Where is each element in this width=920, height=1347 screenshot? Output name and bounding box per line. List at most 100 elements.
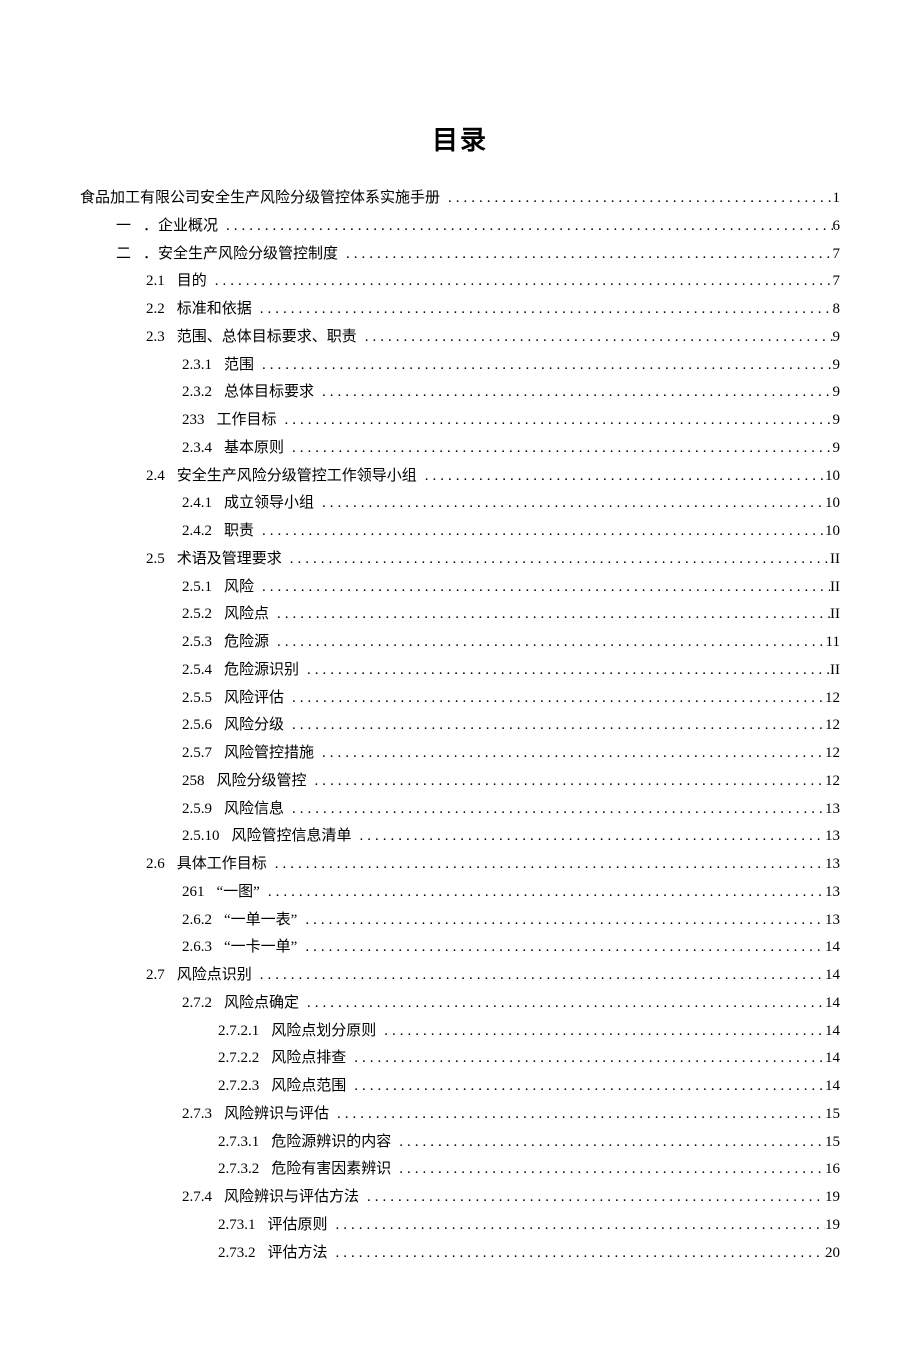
- toc-entry-label: “一图”: [217, 879, 260, 907]
- toc-leader-dots: ........................................…: [357, 324, 833, 352]
- toc-leader-dots: ........................................…: [307, 768, 825, 796]
- toc-entry-page: 9: [833, 435, 841, 463]
- toc-entry-page: 16: [825, 1156, 840, 1184]
- toc-entry-label: 危险源识别: [224, 657, 299, 685]
- toc-entry-page: 9: [833, 379, 841, 407]
- toc-entry-label: 风险管控措施: [224, 740, 314, 768]
- toc-entry: 食品加工有限公司安全生产风险分级管控体系实施手册................…: [80, 185, 840, 213]
- toc-entry: 2.7.3风险辨识与评估............................…: [80, 1101, 840, 1129]
- toc-entry-page: 12: [825, 685, 840, 713]
- toc-entry-number: 2.7.3: [182, 1101, 212, 1129]
- toc-leader-dots: ........................................…: [314, 379, 832, 407]
- toc-entry-label: 风险评估: [224, 685, 284, 713]
- toc-entry-number: 2.2: [146, 296, 165, 324]
- toc-entry-page: 11: [826, 629, 840, 657]
- toc-entry-number: 2.4.1: [182, 490, 212, 518]
- toc-entry: 2.6具体工作目标...............................…: [80, 851, 840, 879]
- toc-entry-number: 2.6.3: [182, 934, 212, 962]
- toc-entry-number: 2.5.5: [182, 685, 212, 713]
- toc-entry: 2.5.1风险.................................…: [80, 574, 840, 602]
- toc-entry-number: 二: [116, 241, 131, 269]
- toc-entry-number: 2.3.4: [182, 435, 212, 463]
- toc-entry: 261“一图”.................................…: [80, 879, 840, 907]
- toc-entry-number: 2.5.4: [182, 657, 212, 685]
- toc-entry-page: 12: [825, 712, 840, 740]
- toc-entry: 2.5.3危险源................................…: [80, 629, 840, 657]
- toc-leader-dots: ........................................…: [284, 435, 832, 463]
- toc-entry-number: 2.7.3.1: [218, 1129, 259, 1157]
- toc-entry-page: 20: [825, 1240, 840, 1268]
- toc-entry-label: ．安全生产风险分级管控制度: [143, 241, 338, 269]
- toc-entry-page: 13: [825, 879, 840, 907]
- toc-entry-number: 2.7.2.1: [218, 1018, 259, 1046]
- toc-entry-number: 2.5.2: [182, 601, 212, 629]
- toc-entry-number: 2.3: [146, 324, 165, 352]
- toc-leader-dots: ........................................…: [277, 407, 833, 435]
- toc-entry: 258风险分级管控...............................…: [80, 768, 840, 796]
- toc-entry-page: 10: [825, 490, 840, 518]
- toc-entry-number: 2.4.2: [182, 518, 212, 546]
- toc-entry-label: 风险辨识与评估: [224, 1101, 329, 1129]
- toc-entry-label: 安全生产风险分级管控工作领导小组: [177, 463, 417, 491]
- toc-entry-number: 2.7.2: [182, 990, 212, 1018]
- toc-entry-label: 风险点识别: [177, 962, 252, 990]
- toc-entry-page: 19: [825, 1212, 840, 1240]
- toc-entry-label: 风险点确定: [224, 990, 299, 1018]
- toc-leader-dots: ........................................…: [252, 296, 833, 324]
- toc-entry-page: II: [830, 601, 840, 629]
- toc-entry-label: 总体目标要求: [224, 379, 314, 407]
- toc-leader-dots: ........................................…: [282, 546, 830, 574]
- toc-leader-dots: ........................................…: [391, 1129, 825, 1157]
- toc-leader-dots: ........................................…: [359, 1184, 825, 1212]
- toc-entry: 2.3 范围、总体目标要求、职责.........................…: [80, 324, 840, 352]
- toc-leader-dots: ........................................…: [269, 629, 826, 657]
- toc-leader-dots: ........................................…: [338, 241, 832, 269]
- toc-entry-label: 风险点范围: [271, 1073, 346, 1101]
- toc-entry-page: 13: [825, 823, 840, 851]
- toc-entry-label: 风险辨识与评估方法: [224, 1184, 359, 1212]
- toc-entry: 233工作目标.................................…: [80, 407, 840, 435]
- toc-entry-label: 范围、总体目标要求、职责: [177, 324, 357, 352]
- toc-entry: 2.73.1评估原则..............................…: [80, 1212, 840, 1240]
- toc-entry-label: “一卡一单”: [224, 934, 297, 962]
- toc-entry-label: 危险有害因素辨识: [271, 1156, 391, 1184]
- toc-entry-page: 10: [825, 463, 840, 491]
- toc-leader-dots: ........................................…: [376, 1018, 825, 1046]
- toc-entry-page: 10: [825, 518, 840, 546]
- document-page: 目录 食品加工有限公司安全生产风险分级管控体系实施手册.............…: [0, 0, 920, 1347]
- toc-leader-dots: ........................................…: [417, 463, 825, 491]
- toc-entry-label: “一单一表”: [224, 907, 297, 935]
- toc-entry-number: 2.7: [146, 962, 165, 990]
- toc-entry-number: 2.4: [146, 463, 165, 491]
- toc-entry-number: 2.3.2: [182, 379, 212, 407]
- toc-leader-dots: ........................................…: [254, 574, 830, 602]
- toc-leader-dots: ........................................…: [254, 518, 825, 546]
- toc-entry-label: 风险分级: [224, 712, 284, 740]
- toc-entry: 2.2标准和依据................................…: [80, 296, 840, 324]
- toc-leader-dots: ........................................…: [218, 213, 832, 241]
- toc-entry-number: 2.7.2.2: [218, 1045, 259, 1073]
- toc-leader-dots: ........................................…: [299, 990, 825, 1018]
- toc-leader-dots: ........................................…: [328, 1240, 825, 1268]
- toc-entry-page: 1: [833, 185, 841, 213]
- toc-entry-page: 14: [825, 934, 840, 962]
- toc-leader-dots: ........................................…: [297, 934, 825, 962]
- toc-list: 食品加工有限公司安全生产风险分级管控体系实施手册................…: [80, 185, 840, 1267]
- toc-entry-label: 风险点排查: [271, 1045, 346, 1073]
- toc-leader-dots: ........................................…: [297, 907, 825, 935]
- toc-entry-label: 成立领导小组: [224, 490, 314, 518]
- toc-entry: 2.6.3 “一卡一单”.............................…: [80, 934, 840, 962]
- toc-entry-number: 2.5: [146, 546, 165, 574]
- toc-entry: 一．企业概况..................................…: [80, 213, 840, 241]
- toc-leader-dots: ........................................…: [284, 685, 825, 713]
- toc-entry-page: 8: [833, 296, 841, 324]
- toc-entry: 2.7.2.1风险点划分原则..........................…: [80, 1018, 840, 1046]
- toc-entry-label: 危险源: [224, 629, 269, 657]
- toc-entry: 2.5.7风险管控措施.............................…: [80, 740, 840, 768]
- toc-entry-page: 14: [825, 1018, 840, 1046]
- toc-entry: 2.7.2.3风险点范围............................…: [80, 1073, 840, 1101]
- toc-entry-number: 2.5.9: [182, 796, 212, 824]
- toc-entry-number: 233: [182, 407, 205, 435]
- toc-entry-page: 7: [833, 241, 841, 269]
- toc-entry-page: 13: [825, 907, 840, 935]
